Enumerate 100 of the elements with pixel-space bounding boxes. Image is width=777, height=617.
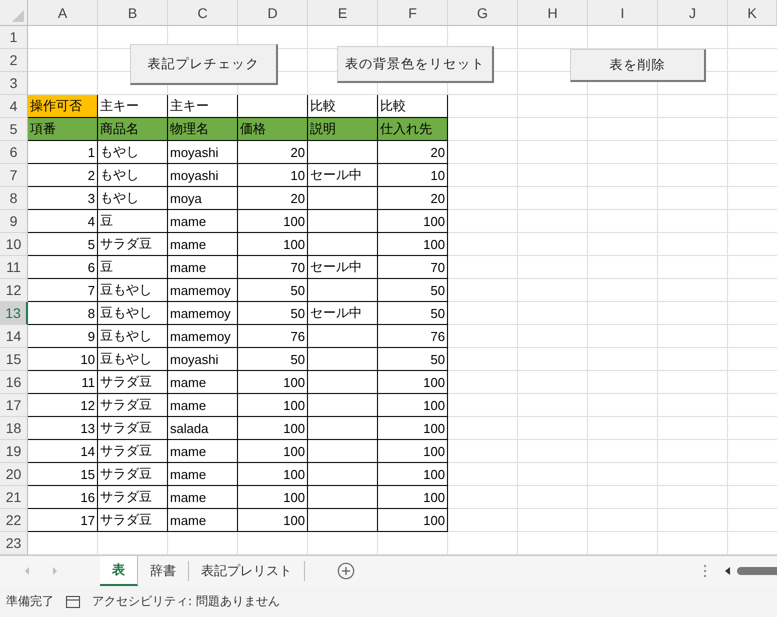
table-cell: [308, 486, 378, 509]
table-cell: 100: [378, 210, 448, 233]
table-cell: サラダ豆: [98, 233, 168, 256]
table-cell: 8: [28, 302, 98, 325]
column-header[interactable]: B: [98, 0, 168, 26]
table-cell: 主キー: [98, 95, 168, 118]
table-cell: mame: [168, 233, 238, 256]
sheet-tab[interactable]: 表: [100, 556, 138, 586]
row-header[interactable]: 10: [0, 233, 28, 256]
table-cell: [308, 440, 378, 463]
row-header[interactable]: 9: [0, 210, 28, 233]
column-header[interactable]: F: [378, 0, 448, 26]
table-cell: 16: [28, 486, 98, 509]
row-header[interactable]: 16: [0, 371, 28, 394]
sheet-tab[interactable]: 辞書: [138, 561, 189, 581]
table-cell: 20: [238, 187, 308, 210]
table-cell: 豆もやし: [98, 348, 168, 371]
table-cell: 商品名: [98, 118, 168, 141]
table-cell: 100: [238, 509, 308, 532]
column-header[interactable]: G: [448, 0, 518, 26]
row-header[interactable]: 2: [0, 49, 28, 72]
table-cell: 50: [378, 348, 448, 371]
table-cell: mamemoy: [168, 279, 238, 302]
table-cell: 100: [378, 394, 448, 417]
row-header[interactable]: 4: [0, 95, 28, 118]
table-cell: 比較: [308, 95, 378, 118]
table-cell: 100: [378, 440, 448, 463]
scroll-left-icon[interactable]: [725, 567, 731, 575]
table-cell: 2: [28, 164, 98, 187]
table-cell: moyashi: [168, 348, 238, 371]
table-cell: [308, 509, 378, 532]
column-header[interactable]: C: [168, 0, 238, 26]
table-cell: 17: [28, 509, 98, 532]
row-header[interactable]: 19: [0, 440, 28, 463]
row-header[interactable]: 8: [0, 187, 28, 210]
row-header[interactable]: 13: [0, 302, 28, 325]
select-all-corner[interactable]: [0, 0, 28, 26]
table-cell: [308, 394, 378, 417]
table-cell: 100: [378, 463, 448, 486]
table-cell: mame: [168, 486, 238, 509]
table-cell: 項番: [28, 118, 98, 141]
table-cell: 比較: [378, 95, 448, 118]
row-header[interactable]: 5: [0, 118, 28, 141]
table-cell: 100: [238, 440, 308, 463]
table-cell: 価格: [238, 118, 308, 141]
table-cell: mame: [168, 371, 238, 394]
row-header[interactable]: 14: [0, 325, 28, 348]
column-header[interactable]: J: [658, 0, 728, 26]
table-cell: 4: [28, 210, 98, 233]
macro-button[interactable]: 表記プレチェック: [130, 44, 278, 85]
table-cell: [308, 210, 378, 233]
row-header[interactable]: 20: [0, 463, 28, 486]
table-cell: もやし: [98, 187, 168, 210]
add-sheet-icon[interactable]: [337, 562, 355, 580]
row-header[interactable]: 1: [0, 26, 28, 49]
table-cell: セール中: [308, 164, 378, 187]
column-header[interactable]: E: [308, 0, 378, 26]
table-cell: サラダ豆: [98, 509, 168, 532]
table-cell: mame: [168, 509, 238, 532]
previous-sheet-icon[interactable]: [24, 567, 30, 575]
table-cell: 物理名: [168, 118, 238, 141]
row-header[interactable]: 6: [0, 141, 28, 164]
table-cell: 6: [28, 256, 98, 279]
sheet-tab[interactable]: 表記プレリスト: [189, 561, 305, 581]
column-header[interactable]: D: [238, 0, 308, 26]
corner-triangle-icon: [12, 10, 24, 22]
row-header[interactable]: 12: [0, 279, 28, 302]
table-cell: mamemoy: [168, 325, 238, 348]
row-header[interactable]: 15: [0, 348, 28, 371]
table-cell: サラダ豆: [98, 417, 168, 440]
table-cell: 13: [28, 417, 98, 440]
table-cell: 15: [28, 463, 98, 486]
column-header[interactable]: A: [28, 0, 98, 26]
row-header[interactable]: 7: [0, 164, 28, 187]
row-header[interactable]: 17: [0, 394, 28, 417]
row-header[interactable]: 22: [0, 509, 28, 532]
macro-button[interactable]: 表を削除: [570, 49, 706, 82]
table-cell: mame: [168, 210, 238, 233]
row-header[interactable]: 11: [0, 256, 28, 279]
table-cell: 3: [28, 187, 98, 210]
table-cell: 豆: [98, 210, 168, 233]
column-header[interactable]: H: [518, 0, 588, 26]
table-cell: 100: [238, 486, 308, 509]
accessibility-status[interactable]: アクセシビリティ: 問題ありません: [92, 593, 280, 610]
macro-button[interactable]: 表の背景色をリセット: [337, 46, 494, 83]
table-cell: 説明: [308, 118, 378, 141]
column-header[interactable]: K: [728, 0, 777, 26]
horizontal-scrollbar[interactable]: [737, 567, 777, 575]
table-cell: 70: [378, 256, 448, 279]
table-cell: 100: [238, 417, 308, 440]
table-cell: 10: [238, 164, 308, 187]
row-header[interactable]: 3: [0, 72, 28, 95]
row-header[interactable]: 18: [0, 417, 28, 440]
table-cell: moya: [168, 187, 238, 210]
next-sheet-icon[interactable]: [52, 567, 58, 575]
row-header[interactable]: 23: [0, 532, 28, 555]
table-cell: 10: [28, 348, 98, 371]
row-header[interactable]: 21: [0, 486, 28, 509]
column-header[interactable]: I: [588, 0, 658, 26]
table-cell: mame: [168, 256, 238, 279]
